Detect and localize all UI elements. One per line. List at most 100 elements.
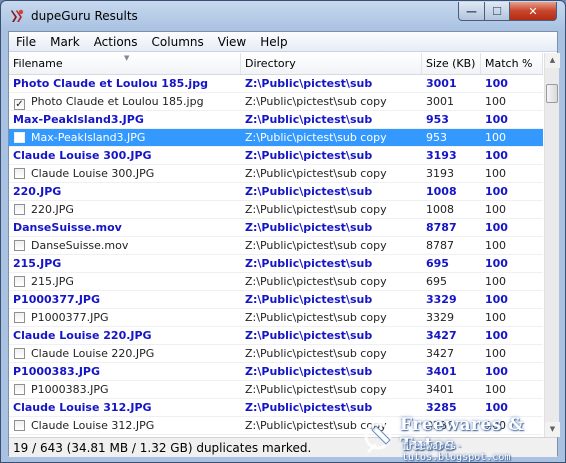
vertical-scrollbar[interactable]: ▲ ▼: [544, 53, 560, 437]
size-cell: 8787: [426, 238, 454, 252]
size-cell: 3193: [426, 166, 454, 180]
column-header-size[interactable]: Size (KB): [422, 53, 481, 74]
duplicate-row[interactable]: DanseSuisse.mov Z:\Public\pictest\sub cop…: [9, 237, 543, 255]
duplicate-row[interactable]: 215.JPG Z:\Public\pictest\sub copy 695 100: [9, 273, 543, 291]
reference-row[interactable]: Claude Louise 220.JPG Z:\Public\pictest\s…: [9, 327, 543, 345]
filename-cell: Claude Louise 300.JPG: [9, 147, 241, 165]
filename-text: Photo Claude et Loulou 185.jpg: [13, 76, 208, 90]
directory-cell: Z:\Public\pictest\sub: [245, 112, 373, 126]
size-cell: 3329: [426, 310, 454, 324]
column-header-match[interactable]: Match %: [481, 53, 543, 74]
filename-cell: Claude Louise 300.JPG: [9, 165, 241, 183]
menu-mark[interactable]: Mark: [43, 32, 87, 52]
filename-cell: Claude Louise 220.JPG: [9, 327, 241, 345]
match-cell: 100: [485, 112, 508, 126]
app-window: dupeGuru Results — ☐ ✕ File Mark Actions…: [0, 0, 566, 463]
filename-cell: Claude Louise 312.JPG: [9, 399, 241, 417]
size-cell: 695: [426, 274, 447, 288]
unchecked-checkbox[interactable]: [14, 239, 25, 251]
filename-text: 220.JPG: [13, 184, 62, 198]
filename-text: Claude Louise 300.JPG: [31, 166, 155, 180]
reference-row[interactable]: Claude Louise 300.JPG Z:\Public\pictest\s…: [9, 147, 543, 165]
duplicate-row[interactable]: P1000377.JPG Z:\Public\pictest\sub copy 33…: [9, 309, 543, 327]
duplicate-row[interactable]: 220.JPG Z:\Public\pictest\sub copy 1008 100: [9, 201, 543, 219]
size-cell: 3193: [426, 148, 457, 162]
unchecked-checkbox[interactable]: [14, 167, 25, 179]
directory-cell: Z:\Public\pictest\sub: [245, 328, 373, 342]
directory-cell: Z:\Public\pictest\sub copy: [245, 94, 387, 108]
minimize-icon: —: [466, 4, 477, 18]
match-cell: 100: [485, 184, 508, 198]
unchecked-checkbox[interactable]: [14, 419, 25, 431]
filename-cell: Claude Louise 312.JPG: [9, 417, 241, 435]
match-cell: 100: [485, 202, 506, 216]
filename-text: 215.JPG: [31, 274, 74, 288]
unchecked-checkbox[interactable]: [14, 275, 25, 287]
watermark-url: freewares-tutos.blogspot.com: [402, 441, 511, 463]
filename-cell: P1000377.JPG: [9, 309, 241, 327]
dupeguru-app-icon: [11, 9, 24, 22]
directory-cell: Z:\Public\pictest\sub: [245, 220, 373, 234]
duplicate-row[interactable]: Claude Louise 300.JPG Z:\Public\pictest\s…: [9, 165, 543, 183]
unchecked-checkbox[interactable]: [14, 131, 25, 143]
menu-help[interactable]: Help: [253, 32, 294, 52]
match-cell: 100: [485, 328, 508, 342]
unchecked-checkbox[interactable]: [14, 311, 25, 323]
reference-row[interactable]: 220.JPG Z:\Public\pictest\sub 1008 100: [9, 183, 543, 201]
size-cell: 3329: [426, 292, 457, 306]
menu-actions[interactable]: Actions: [87, 32, 145, 52]
filename-text: Claude Louise 312.JPG: [13, 400, 152, 414]
directory-cell: Z:\Public\pictest\sub: [245, 256, 373, 270]
duplicate-row[interactable]: ✓ Photo Claude et Loulou 185.jpg Z:\Public…: [9, 93, 543, 111]
size-cell: 8787: [426, 220, 457, 234]
reference-row[interactable]: P1000383.JPG Z:\Public\pictest\sub 3401 100: [9, 363, 543, 381]
client-area: File Mark Actions Columns View Help ▼ Fi…: [8, 31, 560, 457]
duplicate-row[interactable]: Claude Louise 220.JPG Z:\Public\pictest\s…: [9, 345, 543, 363]
match-cell: 100: [485, 148, 508, 162]
title-bar[interactable]: dupeGuru Results — ☐ ✕: [1, 1, 565, 31]
scroll-up-arrow-icon[interactable]: ▲: [545, 53, 560, 68]
size-cell: 695: [426, 256, 449, 270]
filename-cell: DanseSuisse.mov: [9, 219, 241, 237]
reference-row[interactable]: 215.JPG Z:\Public\pictest\sub 695 100: [9, 255, 543, 273]
match-cell: 100: [485, 364, 508, 378]
maximize-button[interactable]: ☐: [484, 2, 510, 21]
unchecked-checkbox[interactable]: [14, 203, 25, 215]
filename-cell: Photo Claude et Loulou 185.jpg: [9, 75, 241, 93]
duplicate-row[interactable]: Max-PeakIsland3.JPG Z:\Public\pictest\sub…: [9, 129, 543, 147]
reference-row[interactable]: P1000377.JPG Z:\Public\pictest\sub 3329 100: [9, 291, 543, 309]
filename-cell: 220.JPG: [9, 201, 241, 219]
reference-row[interactable]: Max-PeakIsland3.JPG Z:\Public\pictest\sub…: [9, 111, 543, 129]
filename-cell: 220.JPG: [9, 183, 241, 201]
filename-text: DanseSuisse.mov: [31, 238, 129, 252]
minimize-button[interactable]: —: [458, 2, 485, 21]
filename-text: Max-PeakIsland3.JPG: [13, 112, 144, 126]
close-icon: ✕: [528, 4, 538, 18]
filename-cell: ✓ Photo Claude et Loulou 185.jpg: [9, 93, 241, 111]
menu-file[interactable]: File: [9, 32, 43, 52]
filename-cell: 215.JPG: [9, 273, 241, 291]
window-title: dupeGuru Results: [31, 9, 138, 23]
match-cell: 100: [485, 238, 506, 252]
directory-cell: Z:\Public\pictest\sub copy: [245, 238, 387, 252]
match-cell: 100: [485, 274, 506, 288]
directory-cell: Z:\Public\pictest\sub copy: [245, 274, 387, 288]
wrench-logo-icon: [364, 422, 392, 454]
watermark: Freewares & Tutos freewares-tutos.blogsp…: [364, 414, 564, 463]
match-cell: 100: [485, 310, 506, 324]
close-button[interactable]: ✕: [509, 2, 557, 21]
unchecked-checkbox[interactable]: [14, 383, 25, 395]
reference-row[interactable]: Photo Claude et Loulou 185.jpg Z:\Public\…: [9, 75, 543, 93]
checked-checkbox[interactable]: ✓: [14, 98, 25, 110]
menu-columns[interactable]: Columns: [145, 32, 211, 52]
directory-cell: Z:\Public\pictest\sub copy: [245, 130, 387, 144]
filename-cell: P1000383.JPG: [9, 381, 241, 399]
reference-row[interactable]: DanseSuisse.mov Z:\Public\pictest\sub 8787…: [9, 219, 543, 237]
match-cell: 100: [485, 292, 508, 306]
column-header-directory[interactable]: Directory: [241, 53, 422, 74]
scrollbar-thumb[interactable]: [546, 84, 558, 103]
unchecked-checkbox[interactable]: [14, 347, 25, 359]
duplicate-row[interactable]: P1000383.JPG Z:\Public\pictest\sub copy 34…: [9, 381, 543, 399]
menu-view[interactable]: View: [211, 32, 253, 52]
filename-cell: P1000377.JPG: [9, 291, 241, 309]
